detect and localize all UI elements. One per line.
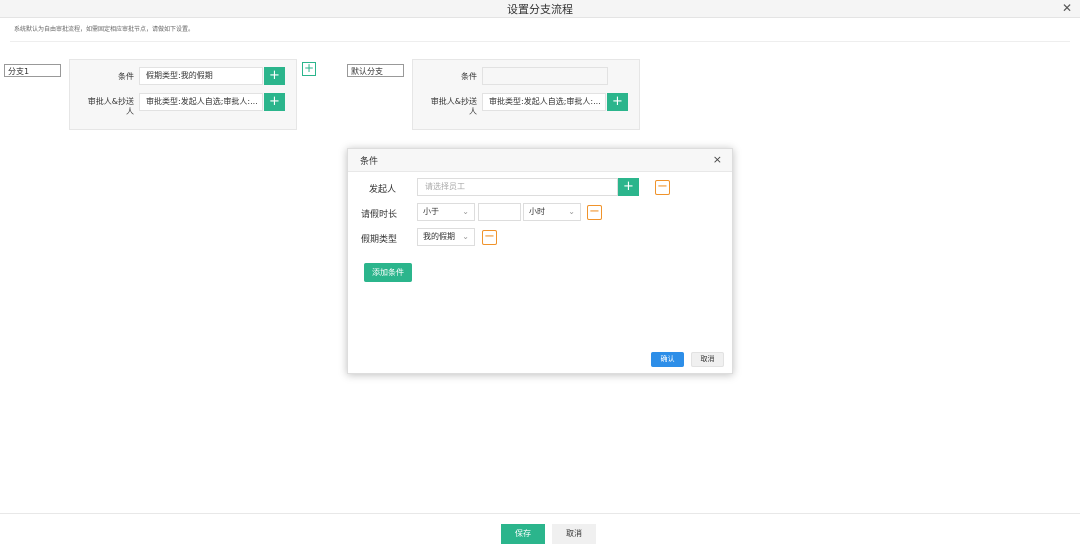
branch-card: 条件 审批人&抄送 人 审批类型:发起人自选;审批人:... + <box>412 59 640 130</box>
remove-condition-button[interactable]: − <box>482 230 497 245</box>
approver-label-line1: 审批人&抄送 <box>430 97 477 106</box>
leave-type-label: 假期类型 <box>361 235 398 245</box>
comparison-value: 小于 <box>423 207 439 216</box>
approver-field[interactable]: 审批类型:发起人自选;审批人:... <box>482 93 606 111</box>
leave-type-select[interactable]: 我的假期 ⌄ <box>417 228 475 246</box>
add-condition-button[interactable]: 添加条件 <box>364 263 412 282</box>
page-title: 设置分支流程 <box>507 3 573 16</box>
approver-label: 审批人&抄送 人 <box>74 97 134 117</box>
add-branch-button[interactable]: + <box>302 62 316 76</box>
initiator-label: 发起人 <box>369 185 397 195</box>
dialog-header: 条件 × <box>348 149 732 172</box>
chevron-down-icon: ⌄ <box>568 207 575 216</box>
cancel-button[interactable]: 取消 <box>552 524 596 544</box>
approver-field[interactable]: 审批类型:发起人自选;审批人:... <box>139 93 263 111</box>
divider <box>10 41 1070 42</box>
hint-text: 系统默认为自由审批流程，如需固定相应审批节点，请做如下设置。 <box>14 26 195 33</box>
save-button[interactable]: 保存 <box>501 524 545 544</box>
dialog-cancel-button[interactable]: 取消 <box>691 352 724 367</box>
branch-name-input[interactable]: 分支1 <box>4 64 61 77</box>
approver-label: 审批人&抄送 人 <box>417 97 477 117</box>
footer-divider <box>0 513 1080 514</box>
duration-input[interactable] <box>478 203 521 221</box>
condition-label: 条件 <box>118 72 134 81</box>
branch-card: 条件 假期类型:我的假期 + 审批人&抄送 人 审批类型:发起人自选;审批人:.… <box>69 59 297 130</box>
chevron-down-icon: ⌄ <box>462 207 469 216</box>
title-bar: 设置分支流程 ✕ <box>0 0 1080 18</box>
comparison-select[interactable]: 小于 ⌄ <box>417 203 475 221</box>
condition-field <box>482 67 608 85</box>
close-icon[interactable]: ✕ <box>1062 1 1072 15</box>
approver-label-line2: 人 <box>469 107 477 116</box>
add-approver-button[interactable]: + <box>264 93 285 111</box>
dialog-title: 条件 <box>360 157 379 167</box>
approver-label-line2: 人 <box>126 107 134 116</box>
remove-condition-button[interactable]: − <box>655 180 670 195</box>
approver-label-line1: 审批人&抄送 <box>87 97 134 106</box>
condition-label: 条件 <box>461 72 477 81</box>
initiator-input[interactable]: 请选择员工 <box>417 178 618 196</box>
leave-type-value: 我的假期 <box>423 232 455 241</box>
condition-dialog: 条件 × 发起人 请选择员工 + − 请假时长 小于 ⌄ 小时 ⌄ − 假期类型… <box>347 148 733 374</box>
add-condition-button[interactable]: + <box>264 67 285 85</box>
close-icon[interactable]: × <box>713 153 722 166</box>
remove-condition-button[interactable]: − <box>587 205 602 220</box>
condition-field[interactable]: 假期类型:我的假期 <box>139 67 263 85</box>
chevron-down-icon: ⌄ <box>462 232 469 241</box>
select-employee-button[interactable]: + <box>618 178 639 196</box>
unit-value: 小时 <box>529 207 545 216</box>
branch-name-input[interactable]: 默认分支 <box>347 64 404 77</box>
leave-duration-label: 请假时长 <box>361 210 398 220</box>
unit-select[interactable]: 小时 ⌄ <box>523 203 581 221</box>
add-approver-button[interactable]: + <box>607 93 628 111</box>
confirm-button[interactable]: 确认 <box>651 352 684 367</box>
